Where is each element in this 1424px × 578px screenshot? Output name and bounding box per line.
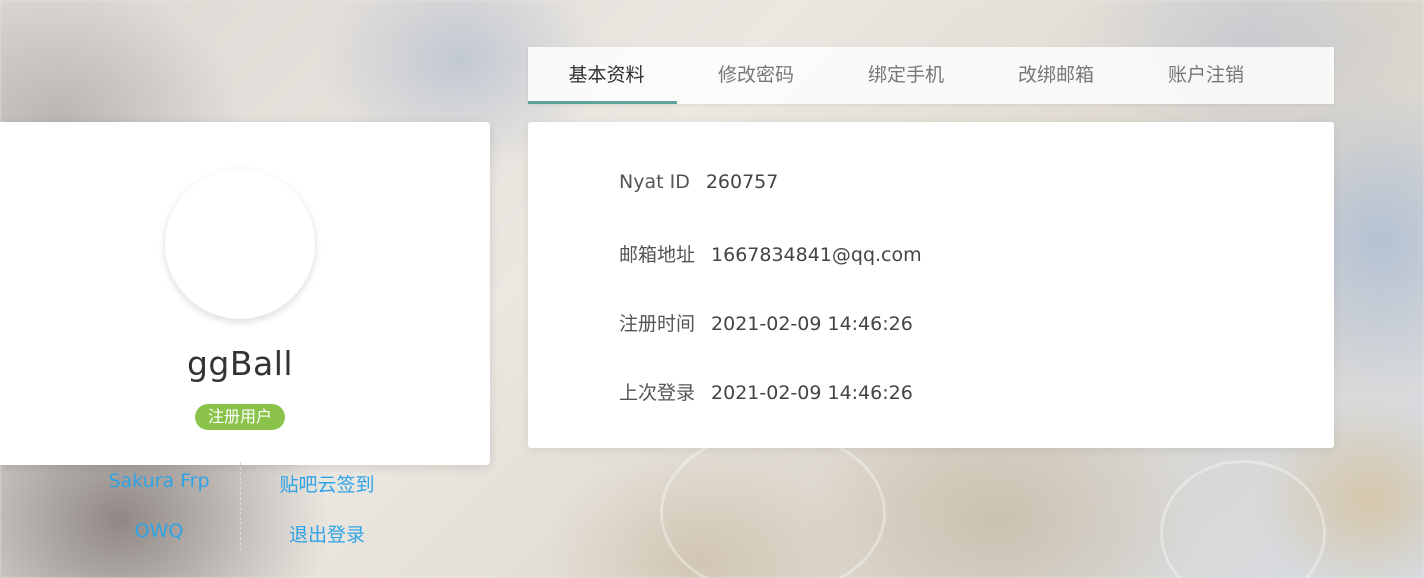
tab-change-password[interactable]: 修改密码 bbox=[677, 47, 827, 104]
logout-link[interactable]: 退出登录 bbox=[240, 520, 408, 547]
info-value: 260757 bbox=[705, 171, 779, 193]
info-row-last-login: 上次登录 2021-02-09 14:46:26 bbox=[619, 378, 913, 405]
info-label: 邮箱地址 bbox=[619, 244, 696, 266]
tab-label: 改绑邮箱 bbox=[1017, 64, 1094, 86]
tab-label: 基本资料 bbox=[568, 64, 645, 86]
user-group-badge: 注册用户 bbox=[195, 404, 285, 430]
settings-tabs: 基本资料 修改密码 绑定手机 改绑邮箱 账户注销 bbox=[528, 47, 1334, 104]
link-label: 退出登录 bbox=[288, 524, 365, 546]
avatar[interactable] bbox=[165, 169, 315, 319]
link-sakura-frp[interactable]: Sakura Frp bbox=[72, 470, 240, 492]
tab-basic-info[interactable]: 基本资料 bbox=[528, 47, 677, 104]
info-row-register-time: 注册时间 2021-02-09 14:46:26 bbox=[619, 309, 913, 336]
username: ggBall bbox=[186, 344, 294, 383]
tab-label: 修改密码 bbox=[717, 64, 794, 86]
tab-delete-account[interactable]: 账户注销 bbox=[1127, 47, 1277, 104]
info-value: 1667834841@qq.com bbox=[711, 244, 922, 266]
info-row-nyat-id: Nyat ID 260757 bbox=[619, 171, 778, 193]
tab-label: 账户注销 bbox=[1167, 64, 1244, 86]
info-label: 注册时间 bbox=[619, 313, 696, 335]
tab-bind-phone[interactable]: 绑定手机 bbox=[827, 47, 977, 104]
info-row-email: 邮箱地址 1667834841@qq.com bbox=[619, 240, 922, 267]
quick-links: Sakura Frp 贴吧云签到 OWQ 退出登录 bbox=[72, 462, 408, 550]
link-label: 贴吧云签到 bbox=[279, 474, 375, 496]
info-value: 2021-02-09 14:46:26 bbox=[711, 313, 913, 335]
link-label: Sakura Frp bbox=[108, 470, 210, 492]
link-owq[interactable]: OWQ bbox=[72, 520, 240, 542]
tab-change-email[interactable]: 改绑邮箱 bbox=[977, 47, 1127, 104]
tab-label: 绑定手机 bbox=[867, 64, 944, 86]
link-label: OWQ bbox=[134, 520, 184, 542]
profile-card: ggBall 注册用户 Sakura Frp 贴吧云签到 OWQ 退出登录 bbox=[0, 122, 490, 550]
info-label: 上次登录 bbox=[619, 382, 696, 404]
info-label: Nyat ID bbox=[619, 171, 690, 193]
link-tieba-sign[interactable]: 贴吧云签到 bbox=[240, 470, 408, 497]
basic-info-panel: Nyat ID 260757 邮箱地址 1667834841@qq.com 注册时间… bbox=[528, 122, 1334, 448]
info-value: 2021-02-09 14:46:26 bbox=[711, 382, 913, 404]
